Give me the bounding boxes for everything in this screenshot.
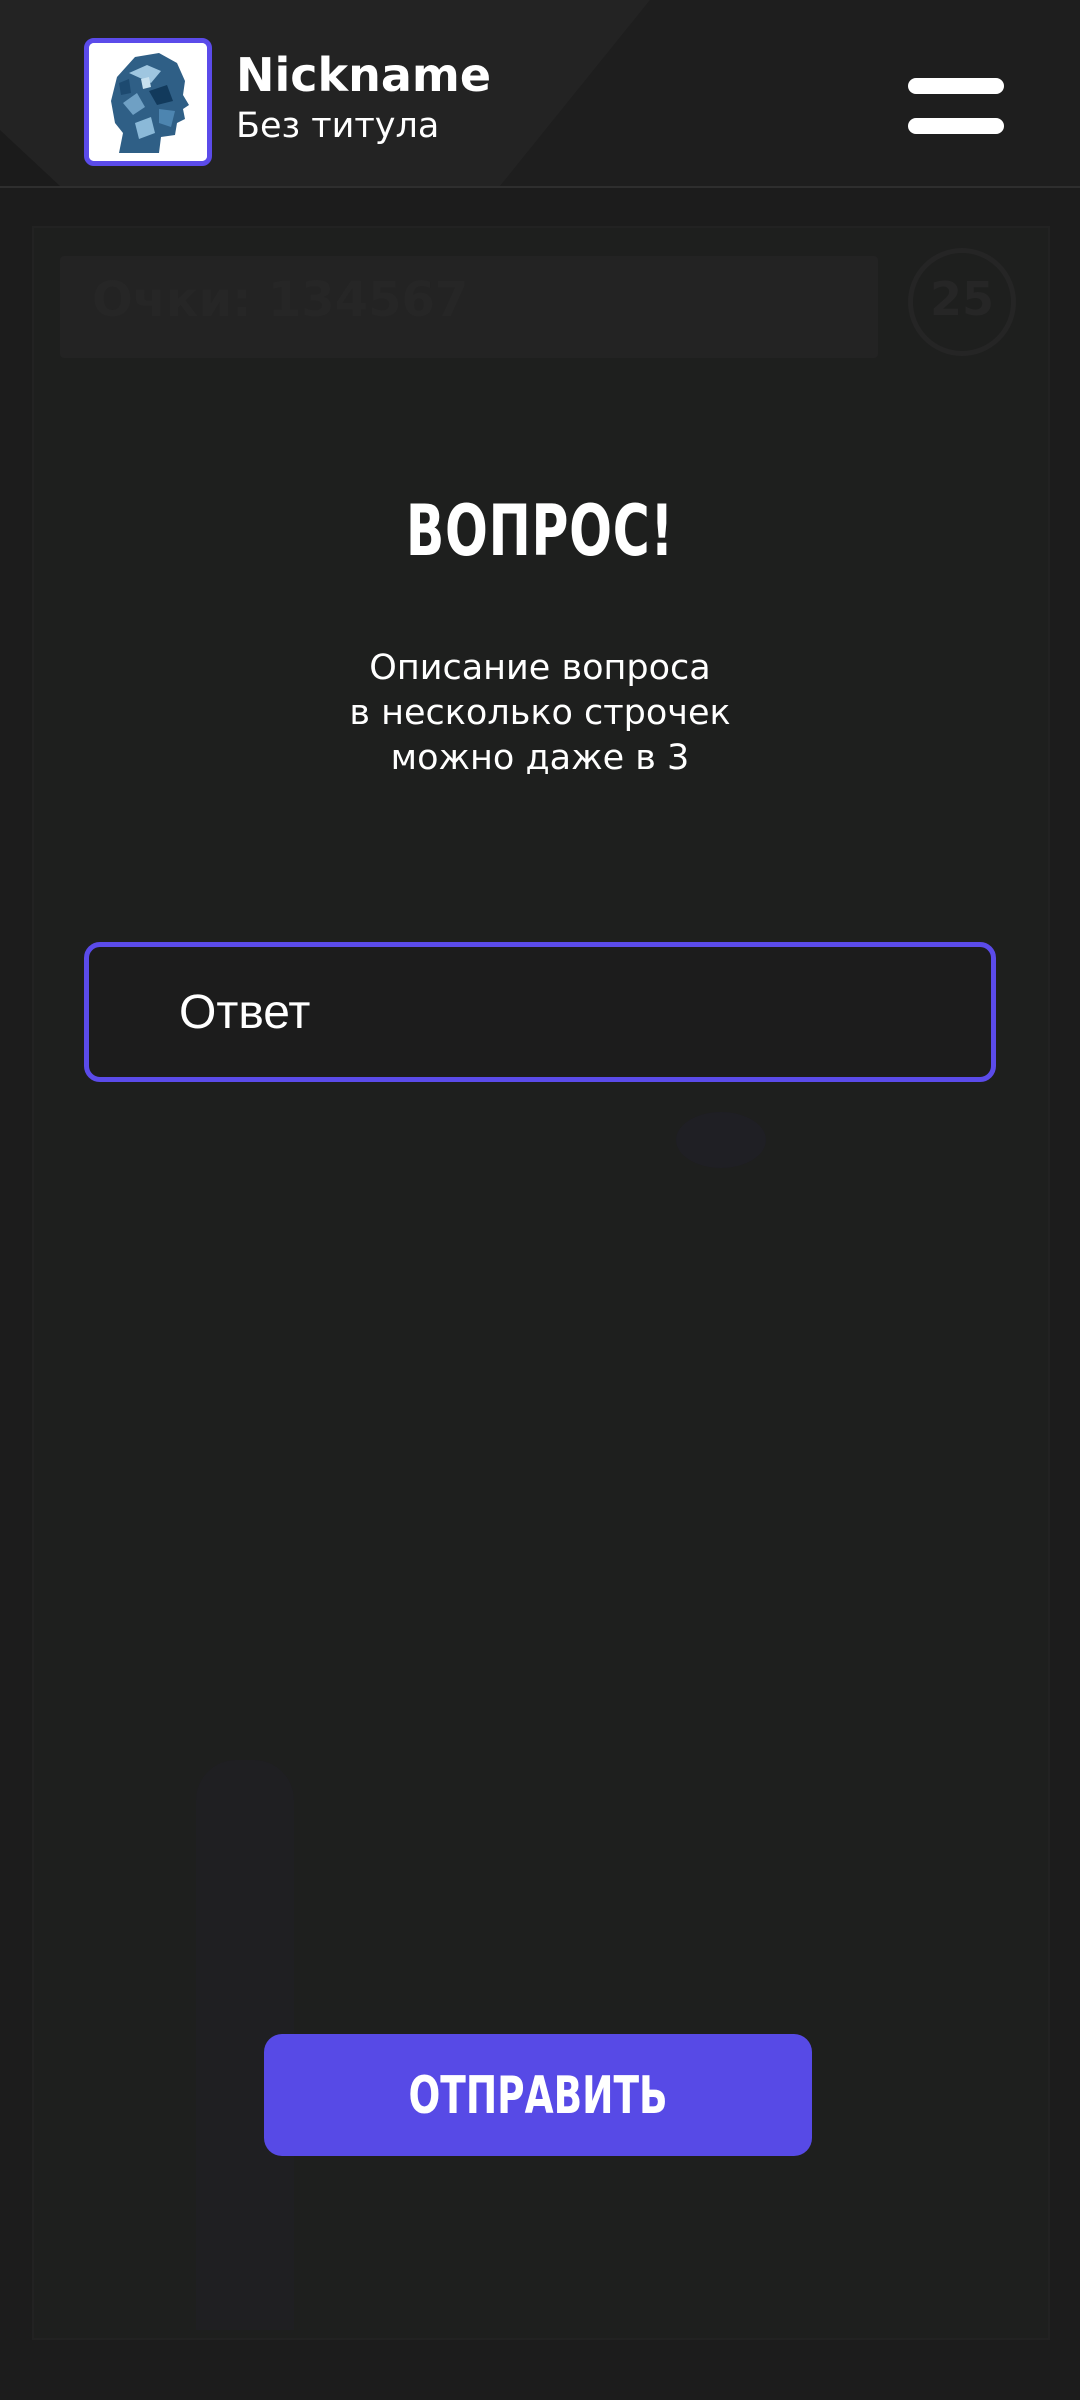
menu-bar bbox=[908, 118, 1004, 134]
user-title: Без титула bbox=[236, 106, 440, 146]
question-description: Описание вопроса в несколько строчек мож… bbox=[349, 648, 731, 778]
timer-value: 25 bbox=[929, 272, 994, 326]
submit-button[interactable]: ОТПРАВИТЬ bbox=[264, 2034, 812, 2156]
answer-input[interactable] bbox=[84, 942, 996, 1082]
score-label: Очки: 134567 bbox=[92, 272, 469, 328]
background-dot bbox=[676, 1112, 766, 1168]
hamburger-menu-icon[interactable] bbox=[908, 78, 1004, 134]
submit-label: ОТПРАВИТЬ bbox=[408, 2066, 668, 2126]
question-title: ВОПРОС! bbox=[405, 490, 675, 572]
nickname: Nickname bbox=[236, 48, 492, 102]
quiz-screen: Очки: 134567 25 Nickname Без титула ВОПР… bbox=[0, 0, 1080, 2400]
head-avatar-icon bbox=[89, 43, 207, 161]
menu-bar bbox=[908, 78, 1004, 94]
avatar[interactable] bbox=[84, 38, 212, 166]
header: Nickname Без титула bbox=[0, 0, 1080, 188]
